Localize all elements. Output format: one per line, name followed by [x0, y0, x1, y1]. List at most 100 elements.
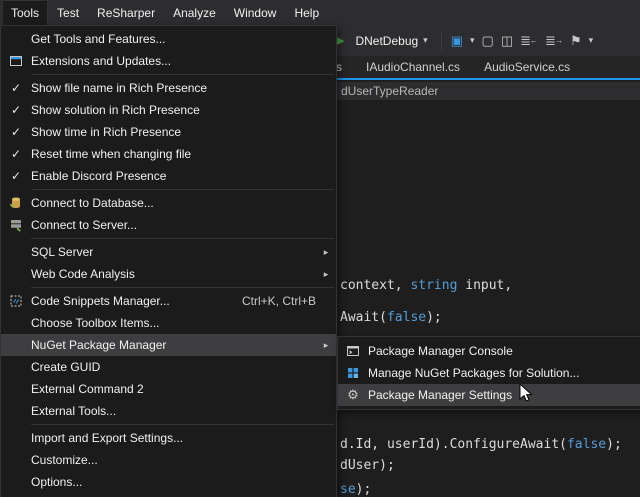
toolbar-separator — [441, 32, 442, 50]
check-icon: ✓ — [11, 103, 21, 117]
menubar-item-test[interactable]: Test — [48, 0, 88, 25]
navbar-type-dropdown[interactable]: dUserTypeReader — [341, 84, 438, 98]
menu-separator — [31, 287, 334, 288]
menu-item-create-guid[interactable]: Create GUID — [1, 356, 336, 378]
code-keyword: se — [340, 482, 356, 497]
nuget-package-manager-submenu: Package Manager Console Manage NuGet Pac… — [337, 336, 640, 410]
menu-item-customize[interactable]: Customize... — [1, 449, 336, 471]
menu-item-label: Code Snippets Manager... — [31, 294, 242, 308]
code-text: d.Id, userId).ConfigureAwait( — [340, 437, 567, 452]
shift-lines-left-icon[interactable]: ≣← — [520, 33, 538, 49]
submenu-item-manage-nuget-packages[interactable]: Manage NuGet Packages for Solution... — [338, 362, 640, 384]
menubar-item-tools[interactable]: Tools — [2, 0, 48, 25]
menu-item-label: Web Code Analysis — [31, 267, 316, 281]
menu-item-choose-toolbox-items[interactable]: Choose Toolbox Items... — [1, 312, 336, 334]
menu-item-label: Enable Discord Presence — [31, 169, 316, 183]
start-debug-icon[interactable]: ▶ — [336, 34, 344, 47]
check-icon: ✓ — [11, 125, 21, 139]
menu-separator — [31, 74, 334, 75]
manage-packages-icon — [338, 366, 368, 380]
submenu-arrow-icon: ▸ — [316, 269, 336, 280]
mouse-cursor — [519, 384, 537, 407]
arrow-right-icon: → — [555, 36, 563, 45]
menu-item-label: NuGet Package Manager — [31, 338, 316, 352]
menu-item-connect-to-database[interactable]: Connect to Database... — [1, 192, 336, 214]
menu-item-label: Package Manager Settings — [368, 388, 628, 402]
code-line: context, string input, — [340, 278, 512, 293]
code-text: dUser); — [340, 458, 395, 473]
window-preview-icon[interactable]: ▢ — [482, 33, 494, 49]
check-icon: ✓ — [11, 147, 21, 161]
menubar-item-analyze[interactable]: Analyze — [164, 0, 225, 25]
menubar-item-window[interactable]: Window — [225, 0, 286, 25]
code-text: Await( — [340, 310, 387, 325]
menubar-item-resharper[interactable]: ReSharper — [88, 0, 164, 25]
toolbar-overflow-chevron[interactable]: ▾ — [589, 35, 594, 46]
vs-window: context, string input, Await(false); d.I… — [0, 0, 640, 497]
code-text: context, — [340, 278, 410, 293]
menubar-item-help[interactable]: Help — [285, 0, 328, 25]
shift-lines-right-icon[interactable]: ≣→ — [545, 33, 563, 49]
menu-item-import-export-settings[interactable]: Import and Export Settings... — [1, 427, 336, 449]
code-line: d.Id, userId).ConfigureAwait(false); — [340, 437, 622, 452]
menu-item-label: External Command 2 — [31, 382, 316, 396]
code-keyword: false — [387, 310, 426, 325]
menu-bar: Tools Test ReSharper Analyze Window Help — [0, 0, 640, 25]
debug-target-dropdown[interactable]: DNetDebug ▾ — [351, 32, 431, 50]
arrow-left-icon: ← — [530, 36, 538, 45]
code-keyword: string — [410, 278, 457, 293]
console-icon — [338, 344, 368, 358]
menu-item-label: Extensions and Updates... — [31, 54, 316, 68]
intellitrace-icon[interactable]: ▣ — [451, 33, 463, 49]
chevron-down-icon[interactable]: ▾ — [470, 35, 475, 46]
menu-item-sql-server[interactable]: SQL Server ▸ — [1, 241, 336, 263]
debug-target-label: DNetDebug — [355, 34, 418, 48]
connect-server-icon — [1, 218, 31, 232]
extensions-icon — [1, 54, 31, 68]
code-line: se); — [340, 482, 371, 497]
menu-item-label: Show file name in Rich Presence — [31, 81, 316, 95]
menu-item-options[interactable]: Options... — [1, 471, 336, 493]
menu-item-connect-to-server[interactable]: Connect to Server... — [1, 214, 336, 236]
menu-item-label: Choose Toolbox Items... — [31, 316, 316, 330]
split-view-icon[interactable]: ◫ — [501, 33, 513, 49]
menu-item-label: Import and Export Settings... — [31, 431, 316, 445]
gear-icon: ⚙ — [347, 387, 359, 403]
code-text: ); — [356, 482, 372, 497]
code-line: dUser); — [340, 458, 395, 473]
menu-item-label: Create GUID — [31, 360, 316, 374]
submenu-item-package-manager-console[interactable]: Package Manager Console — [338, 340, 640, 362]
code-text: ); — [606, 437, 622, 452]
menu-item-label: External Tools... — [31, 404, 316, 418]
menu-item-code-snippets-manager[interactable]: Code Snippets Manager... Ctrl+K, Ctrl+B — [1, 290, 336, 312]
code-line: Await(false); — [340, 310, 442, 325]
connect-database-icon — [1, 196, 31, 210]
menu-item-reset-time[interactable]: ✓ Reset time when changing file — [1, 143, 336, 165]
menu-item-external-command-2[interactable]: External Command 2 — [1, 378, 336, 400]
document-tab[interactable]: IAudioChannel.cs — [354, 56, 472, 78]
menu-item-label: Connect to Server... — [31, 218, 316, 232]
menu-item-show-file-name[interactable]: ✓ Show file name in Rich Presence — [1, 77, 336, 99]
menu-item-get-tools-and-features[interactable]: Get Tools and Features... — [1, 28, 336, 50]
submenu-arrow-icon: ▸ — [316, 247, 336, 258]
menu-item-label: SQL Server — [31, 245, 316, 259]
menu-item-shortcut: Ctrl+K, Ctrl+B — [242, 294, 316, 308]
menu-item-label: Connect to Database... — [31, 196, 316, 210]
menu-separator — [31, 189, 334, 190]
menu-item-label: Reset time when changing file — [31, 147, 316, 161]
menu-item-label: Get Tools and Features... — [31, 32, 316, 46]
menu-item-enable-discord-presence[interactable]: ✓ Enable Discord Presence — [1, 165, 336, 187]
document-tab[interactable]: AudioService.cs — [472, 56, 582, 78]
submenu-arrow-icon: ▸ — [316, 340, 336, 351]
menu-item-nuget-package-manager[interactable]: NuGet Package Manager ▸ — [1, 334, 336, 356]
menu-item-show-time[interactable]: ✓ Show time in Rich Presence — [1, 121, 336, 143]
menu-item-show-solution[interactable]: ✓ Show solution in Rich Presence — [1, 99, 336, 121]
submenu-item-package-manager-settings[interactable]: ⚙ Package Manager Settings — [338, 384, 640, 406]
menu-item-web-code-analysis[interactable]: Web Code Analysis ▸ — [1, 263, 336, 285]
bookmark-icon[interactable]: ⚑ — [570, 33, 582, 49]
menu-item-label: Package Manager Console — [368, 344, 628, 358]
menu-item-extensions-and-updates[interactable]: Extensions and Updates... — [1, 50, 336, 72]
code-text: ); — [426, 310, 442, 325]
menu-item-external-tools[interactable]: External Tools... — [1, 400, 336, 422]
chevron-down-icon: ▾ — [423, 35, 428, 46]
